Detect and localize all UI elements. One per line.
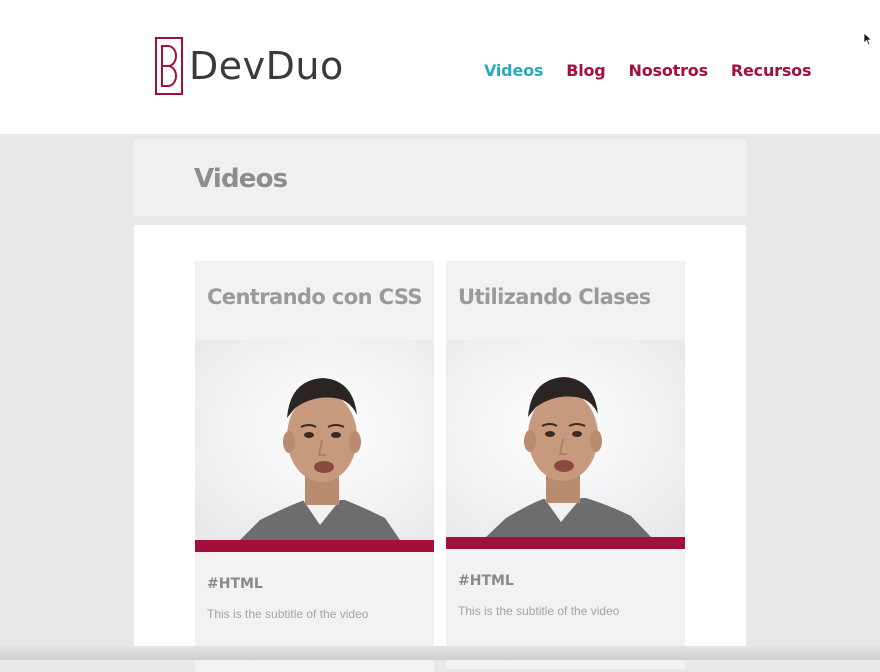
video-card[interactable]: Utilizando Clases #HTML This is the subt…: [446, 261, 685, 669]
page-title: Videos: [194, 164, 288, 194]
video-tag[interactable]: #HTML: [458, 573, 514, 589]
presenter-photo-icon: [446, 340, 685, 537]
video-tag[interactable]: #HTML: [207, 576, 263, 592]
nav-link-recursos[interactable]: Recursos: [731, 61, 812, 80]
site-header: DevDuo Videos Blog Nosotros Recursos: [0, 0, 880, 134]
video-title[interactable]: Utilizando Clases: [458, 285, 651, 309]
main-nav: Videos Blog Nosotros Recursos: [484, 61, 834, 80]
mouse-cursor-icon: [863, 32, 873, 46]
accent-bar: [195, 540, 434, 552]
presenter-photo-icon: [195, 340, 434, 540]
video-subtitle: This is the subtitle of the video: [207, 607, 369, 621]
nav-link-nosotros[interactable]: Nosotros: [629, 61, 709, 80]
video-card-header: Centrando con CSS: [195, 261, 434, 340]
window-bottom-edge: [0, 646, 880, 660]
logo[interactable]: DevDuo: [155, 37, 344, 95]
video-thumbnail[interactable]: [446, 340, 685, 537]
logo-mark-icon: [155, 37, 183, 95]
video-card-header: Utilizando Clases: [446, 261, 685, 340]
nav-link-videos[interactable]: Videos: [484, 61, 543, 80]
logo-text: DevDuo: [189, 44, 344, 88]
page-title-band: Videos: [134, 139, 746, 216]
nav-link-blog[interactable]: Blog: [566, 61, 606, 80]
video-subtitle: This is the subtitle of the video: [458, 604, 620, 618]
video-thumbnail[interactable]: [195, 340, 434, 540]
accent-bar: [446, 537, 685, 549]
videos-grid: Centrando con CSS #HTML This is the subt…: [134, 225, 746, 672]
video-title[interactable]: Centrando con CSS: [207, 285, 423, 309]
video-card[interactable]: Centrando con CSS #HTML This is the subt…: [195, 261, 434, 672]
